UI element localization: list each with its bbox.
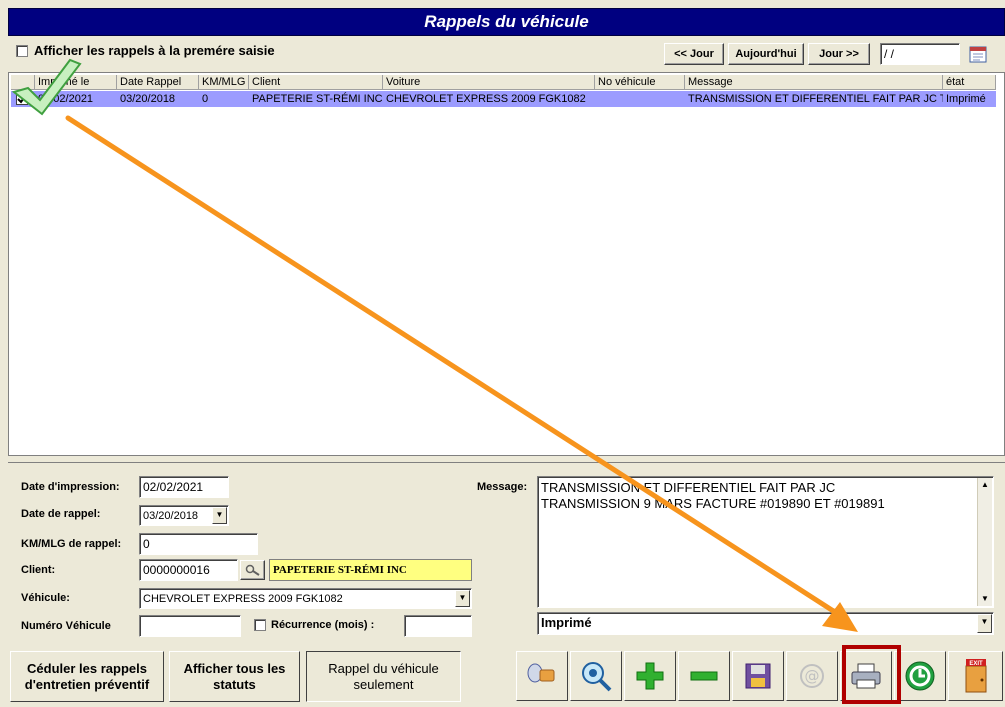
show-first-entry-label: Afficher les rappels à la premére saisie	[34, 43, 275, 58]
recurrence-label: Récurrence (mois) :	[271, 619, 375, 631]
plus-icon	[636, 662, 664, 690]
km-label: KM/MLG de rappel:	[21, 538, 122, 550]
column-vehicle-no[interactable]: No véhicule	[595, 75, 685, 90]
view-button[interactable]	[570, 651, 622, 701]
client-code-field[interactable]: 0000000016	[139, 559, 238, 581]
client-lookup-button[interactable]	[240, 560, 265, 580]
row-checkbox[interactable]	[16, 93, 28, 105]
column-status[interactable]: état	[943, 75, 996, 90]
scroll-down-icon[interactable]: ▼	[978, 592, 992, 606]
column-printed-on[interactable]: Imprimé le	[35, 75, 117, 90]
grid-header: Imprimé le Date Rappel KM/MLG Client Voi…	[11, 75, 1002, 90]
cell-client: PAPETERIE ST-RÉMI INC	[252, 93, 383, 105]
eye-magnifier-icon	[582, 662, 612, 692]
reminder-date-dropdown[interactable]: 03/20/2018 ▼	[139, 505, 229, 526]
print-date-field[interactable]: 02/02/2021	[139, 476, 229, 498]
window-title: Rappels du véhicule	[8, 8, 1005, 36]
calendar-button[interactable]	[966, 43, 990, 65]
calendar-icon	[969, 46, 987, 63]
km-field[interactable]: 0	[139, 533, 258, 555]
reminders-grid[interactable]: Imprimé le Date Rappel KM/MLG Client Voi…	[8, 72, 1005, 456]
vehicle-no-label: Numéro Véhicule	[21, 620, 111, 632]
client-label: Client:	[21, 564, 56, 576]
schedule-reminders-button[interactable]: Céduler les rappels d'entretien préventi…	[10, 651, 164, 702]
table-row[interactable]: 02/02/2021 03/20/2018 0 PAPETERIE ST-RÉM…	[11, 91, 996, 107]
flashlight-button[interactable]	[516, 651, 568, 701]
save-button[interactable]	[732, 651, 784, 701]
client-name-field: PAPETERIE ST-RÉMI INC	[269, 559, 472, 581]
today-button[interactable]: Aujourd'hui	[728, 43, 804, 65]
chevron-down-icon[interactable]: ▼	[212, 507, 227, 524]
column-car[interactable]: Voiture	[383, 75, 595, 90]
vehicle-no-field[interactable]	[139, 615, 241, 637]
prev-day-button[interactable]: << Jour	[664, 43, 724, 65]
vehicle-value: CHEVROLET EXPRESS 2009 FGK1082	[143, 593, 343, 605]
schedule-button[interactable]	[894, 651, 946, 701]
cell-printed-on: 02/02/2021	[38, 93, 94, 105]
column-reminder-date[interactable]: Date Rappel	[117, 75, 199, 90]
show-all-statuses-button[interactable]: Afficher tous les statuts	[169, 651, 300, 702]
at-sign-icon: @	[800, 664, 824, 688]
next-day-button[interactable]: Jour >>	[808, 43, 870, 65]
vehicle-label: Véhicule:	[21, 592, 70, 604]
vehicle-only-button[interactable]: Rappel du véhicule seulement	[306, 651, 461, 702]
lookup-icon	[245, 564, 260, 576]
remove-button[interactable]	[678, 651, 730, 701]
column-client[interactable]: Client	[249, 75, 383, 90]
message-line-1: TRANSMISSION ET DIFFERENTIEL FAIT PAR JC	[541, 480, 836, 495]
print-date-label: Date d'impression:	[21, 481, 120, 493]
message-scrollbar[interactable]: ▲ ▼	[977, 478, 992, 606]
message-line-2: TRANSMISSION 9 MARS FACTURE #019890 ET #…	[541, 496, 885, 511]
column-message[interactable]: Message	[685, 75, 943, 90]
email-button[interactable]: @	[786, 651, 838, 701]
chevron-down-icon[interactable]: ▼	[455, 590, 470, 607]
message-label: Message:	[477, 481, 528, 493]
clock-icon	[905, 661, 935, 691]
flashlight-icon	[527, 663, 555, 683]
floppy-disk-icon	[745, 663, 771, 689]
status-dropdown[interactable]: Imprimé ▼	[537, 612, 994, 635]
exit-button[interactable]: EXIT	[948, 651, 1003, 701]
grid-header-check	[11, 75, 35, 90]
svg-text:@: @	[805, 667, 820, 685]
add-button[interactable]	[624, 651, 676, 701]
minus-icon	[690, 671, 718, 681]
reminder-date-label: Date de rappel:	[21, 508, 101, 520]
status-value: Imprimé	[541, 615, 592, 630]
cell-car: CHEVROLET EXPRESS 2009 FGK1082	[386, 93, 586, 105]
cell-status: Imprimé	[946, 93, 986, 105]
scroll-up-icon[interactable]: ▲	[978, 478, 992, 492]
reminder-date-value: 03/20/2018	[143, 510, 199, 522]
cell-vehicle-no	[595, 91, 685, 107]
date-input[interactable]: / /	[880, 43, 960, 65]
cell-reminder-date: 03/20/2018	[120, 93, 176, 105]
message-textarea[interactable]: TRANSMISSION ET DIFFERENTIEL FAIT PAR JC…	[537, 476, 994, 608]
chevron-down-icon[interactable]: ▼	[977, 614, 992, 633]
show-first-entry-checkbox[interactable]	[16, 45, 28, 57]
cell-km: 0	[202, 93, 209, 105]
recurrence-field[interactable]	[404, 615, 472, 637]
print-highlight-box	[842, 645, 901, 704]
checkmark-icon	[17, 94, 27, 104]
exit-badge: EXIT	[969, 661, 983, 667]
column-km[interactable]: KM/MLG	[199, 75, 249, 90]
recurrence-checkbox[interactable]	[254, 619, 266, 631]
cell-message: TRANSMISSION ET DIFFERENTIEL FAIT PAR JC…	[688, 93, 943, 105]
vehicle-dropdown[interactable]: CHEVROLET EXPRESS 2009 FGK1082 ▼	[139, 588, 472, 609]
